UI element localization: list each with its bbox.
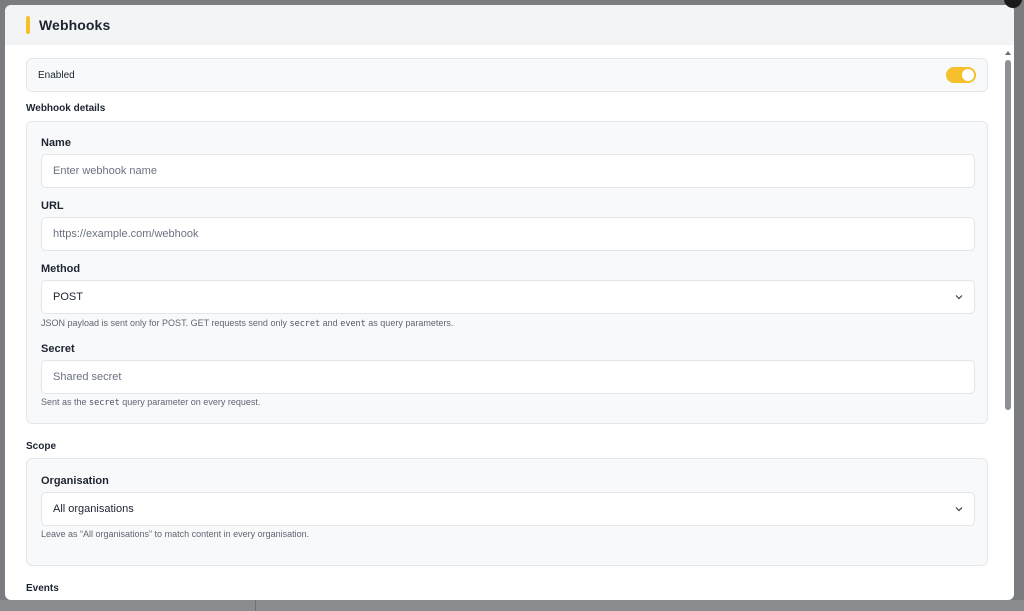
enabled-label: Enabled <box>38 69 75 81</box>
scope-card: Organisation All organisations Leave as … <box>26 458 988 566</box>
secret-field[interactable]: Shared secret <box>41 360 975 394</box>
toggle-knob <box>962 69 974 81</box>
modal-body[interactable]: Enabled Webhook details Name Enter webho… <box>5 45 1014 600</box>
organisation-hint: Leave as “All organisations” to match co… <box>41 529 310 539</box>
accent-bar <box>26 16 30 34</box>
method-label: Method <box>41 263 81 275</box>
enabled-row: Enabled <box>26 58 988 92</box>
name-placeholder: Enter webhook name <box>53 165 157 177</box>
name-label: Name <box>41 137 71 149</box>
secret-hint: Sent as the secret query parameter on ev… <box>41 397 261 408</box>
organisation-label: Organisation <box>41 475 109 487</box>
scroll-thumb[interactable] <box>1005 60 1011 410</box>
arrow-up-icon[interactable] <box>1005 51 1011 55</box>
method-value: POST <box>53 291 83 303</box>
organisation-value: All organisations <box>53 503 134 515</box>
chevron-down-icon <box>955 507 963 512</box>
modal-header: Webhooks <box>5 5 1014 45</box>
section-scope: Scope <box>26 441 57 452</box>
page-title: Webhooks <box>39 17 111 33</box>
organisation-select[interactable]: All organisations <box>41 492 975 526</box>
url-label: URL <box>41 200 64 212</box>
backdrop <box>0 600 1024 611</box>
method-hint: JSON payload is sent only for POST. GET … <box>41 318 454 329</box>
method-select[interactable]: POST <box>41 280 975 314</box>
url-placeholder: https://example.com/webhook <box>53 228 199 240</box>
section-webhook-details: Webhook details <box>26 103 106 114</box>
name-field[interactable]: Enter webhook name <box>41 154 975 188</box>
url-field[interactable]: https://example.com/webhook <box>41 217 975 251</box>
secret-placeholder: Shared secret <box>53 371 122 383</box>
enabled-toggle[interactable] <box>946 67 976 83</box>
webhook-details-card: Name Enter webhook name URL https://exam… <box>26 121 988 424</box>
webhooks-modal: Webhooks Enabled Webhook details Name En… <box>5 5 1014 600</box>
scrollbar[interactable] <box>1004 51 1012 600</box>
chevron-down-icon <box>955 295 963 300</box>
section-events: Events <box>26 583 59 594</box>
secret-label: Secret <box>41 343 75 355</box>
